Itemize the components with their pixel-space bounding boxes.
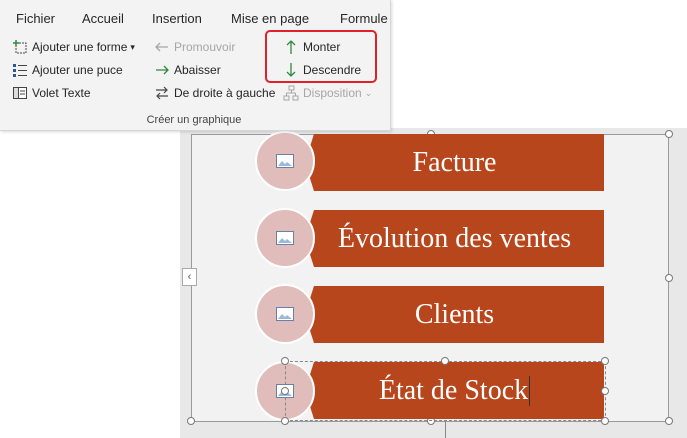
- item-text: Facture: [412, 146, 497, 178]
- add-shape-icon: [11, 38, 29, 56]
- picture-placeholder[interactable]: [255, 208, 315, 268]
- shape-handle[interactable]: [441, 357, 449, 365]
- resize-handle[interactable]: [187, 417, 195, 425]
- item-text: Clients: [414, 298, 495, 330]
- swap-arrows-icon: [153, 84, 171, 102]
- smartart-item-1[interactable]: Facture: [305, 134, 604, 191]
- tab-formule[interactable]: Formule: [340, 11, 388, 26]
- text-pane-icon: [11, 84, 29, 102]
- add-bullet-button[interactable]: Ajouter une puce: [11, 60, 123, 80]
- text-pane-label: Volet Texte: [32, 86, 91, 100]
- shape-handle[interactable]: [281, 417, 289, 425]
- shape-handle[interactable]: [281, 387, 289, 395]
- picture-placeholder[interactable]: [255, 284, 315, 344]
- shape-handle[interactable]: [601, 387, 609, 395]
- picture-icon: [276, 307, 294, 321]
- resize-handle[interactable]: [665, 130, 673, 138]
- picture-icon: [276, 231, 294, 245]
- resize-handle[interactable]: [665, 274, 673, 282]
- right-to-left-button[interactable]: De droite à gauche: [153, 83, 275, 103]
- text-pane-button[interactable]: Volet Texte: [11, 83, 91, 103]
- selected-shape-outline: [285, 361, 606, 421]
- demote-button[interactable]: Abaisser: [153, 60, 221, 80]
- picture-placeholder[interactable]: [255, 131, 315, 191]
- add-shape-button[interactable]: Ajouter une forme ▾: [11, 37, 135, 57]
- item-text: Évolution des ventes: [337, 222, 572, 254]
- shape-handle[interactable]: [601, 417, 609, 425]
- tab-mise-en-page[interactable]: Mise en page: [231, 11, 309, 26]
- smartart-item-2[interactable]: Évolution des ventes: [305, 210, 604, 267]
- add-bullet-label: Ajouter une puce: [32, 63, 123, 77]
- layout-button[interactable]: Disposition ⌄: [282, 83, 372, 103]
- rotation-line: [445, 421, 446, 438]
- text-pane-toggle[interactable]: ‹: [182, 268, 197, 286]
- chevron-left-icon: ‹: [187, 271, 192, 283]
- promote-button[interactable]: Promouvoir: [153, 37, 235, 57]
- resize-handle[interactable]: [665, 417, 673, 425]
- shape-handle[interactable]: [601, 357, 609, 365]
- hierarchy-icon: [282, 84, 300, 102]
- demote-label: Abaisser: [174, 63, 221, 77]
- group-label: Créer un graphique: [146, 114, 242, 126]
- smartart-item-3[interactable]: Clients: [305, 286, 604, 343]
- promote-label: Promouvoir: [174, 40, 236, 54]
- tab-accueil[interactable]: Accueil: [82, 11, 124, 26]
- add-shape-label: Ajouter une forme: [32, 40, 128, 54]
- highlight-box: [265, 30, 377, 83]
- layout-label: Disposition: [303, 86, 362, 100]
- picture-icon: [276, 154, 294, 168]
- tab-insertion[interactable]: Insertion: [152, 11, 202, 26]
- arrow-left-icon: [153, 38, 171, 56]
- ribbon-panel: Fichier Accueil Insertion Mise en page F…: [0, 0, 391, 131]
- chevron-down-icon[interactable]: ▾: [130, 42, 135, 53]
- arrow-right-icon: [153, 61, 171, 79]
- tab-fichier[interactable]: Fichier: [16, 11, 55, 26]
- right-to-left-label: De droite à gauche: [174, 86, 276, 100]
- ribbon-tabs: Fichier Accueil Insertion Mise en page F…: [0, 0, 390, 34]
- chevron-down-icon: ⌄: [364, 87, 373, 98]
- shape-handle[interactable]: [281, 357, 289, 365]
- bullet-list-icon: [11, 61, 29, 79]
